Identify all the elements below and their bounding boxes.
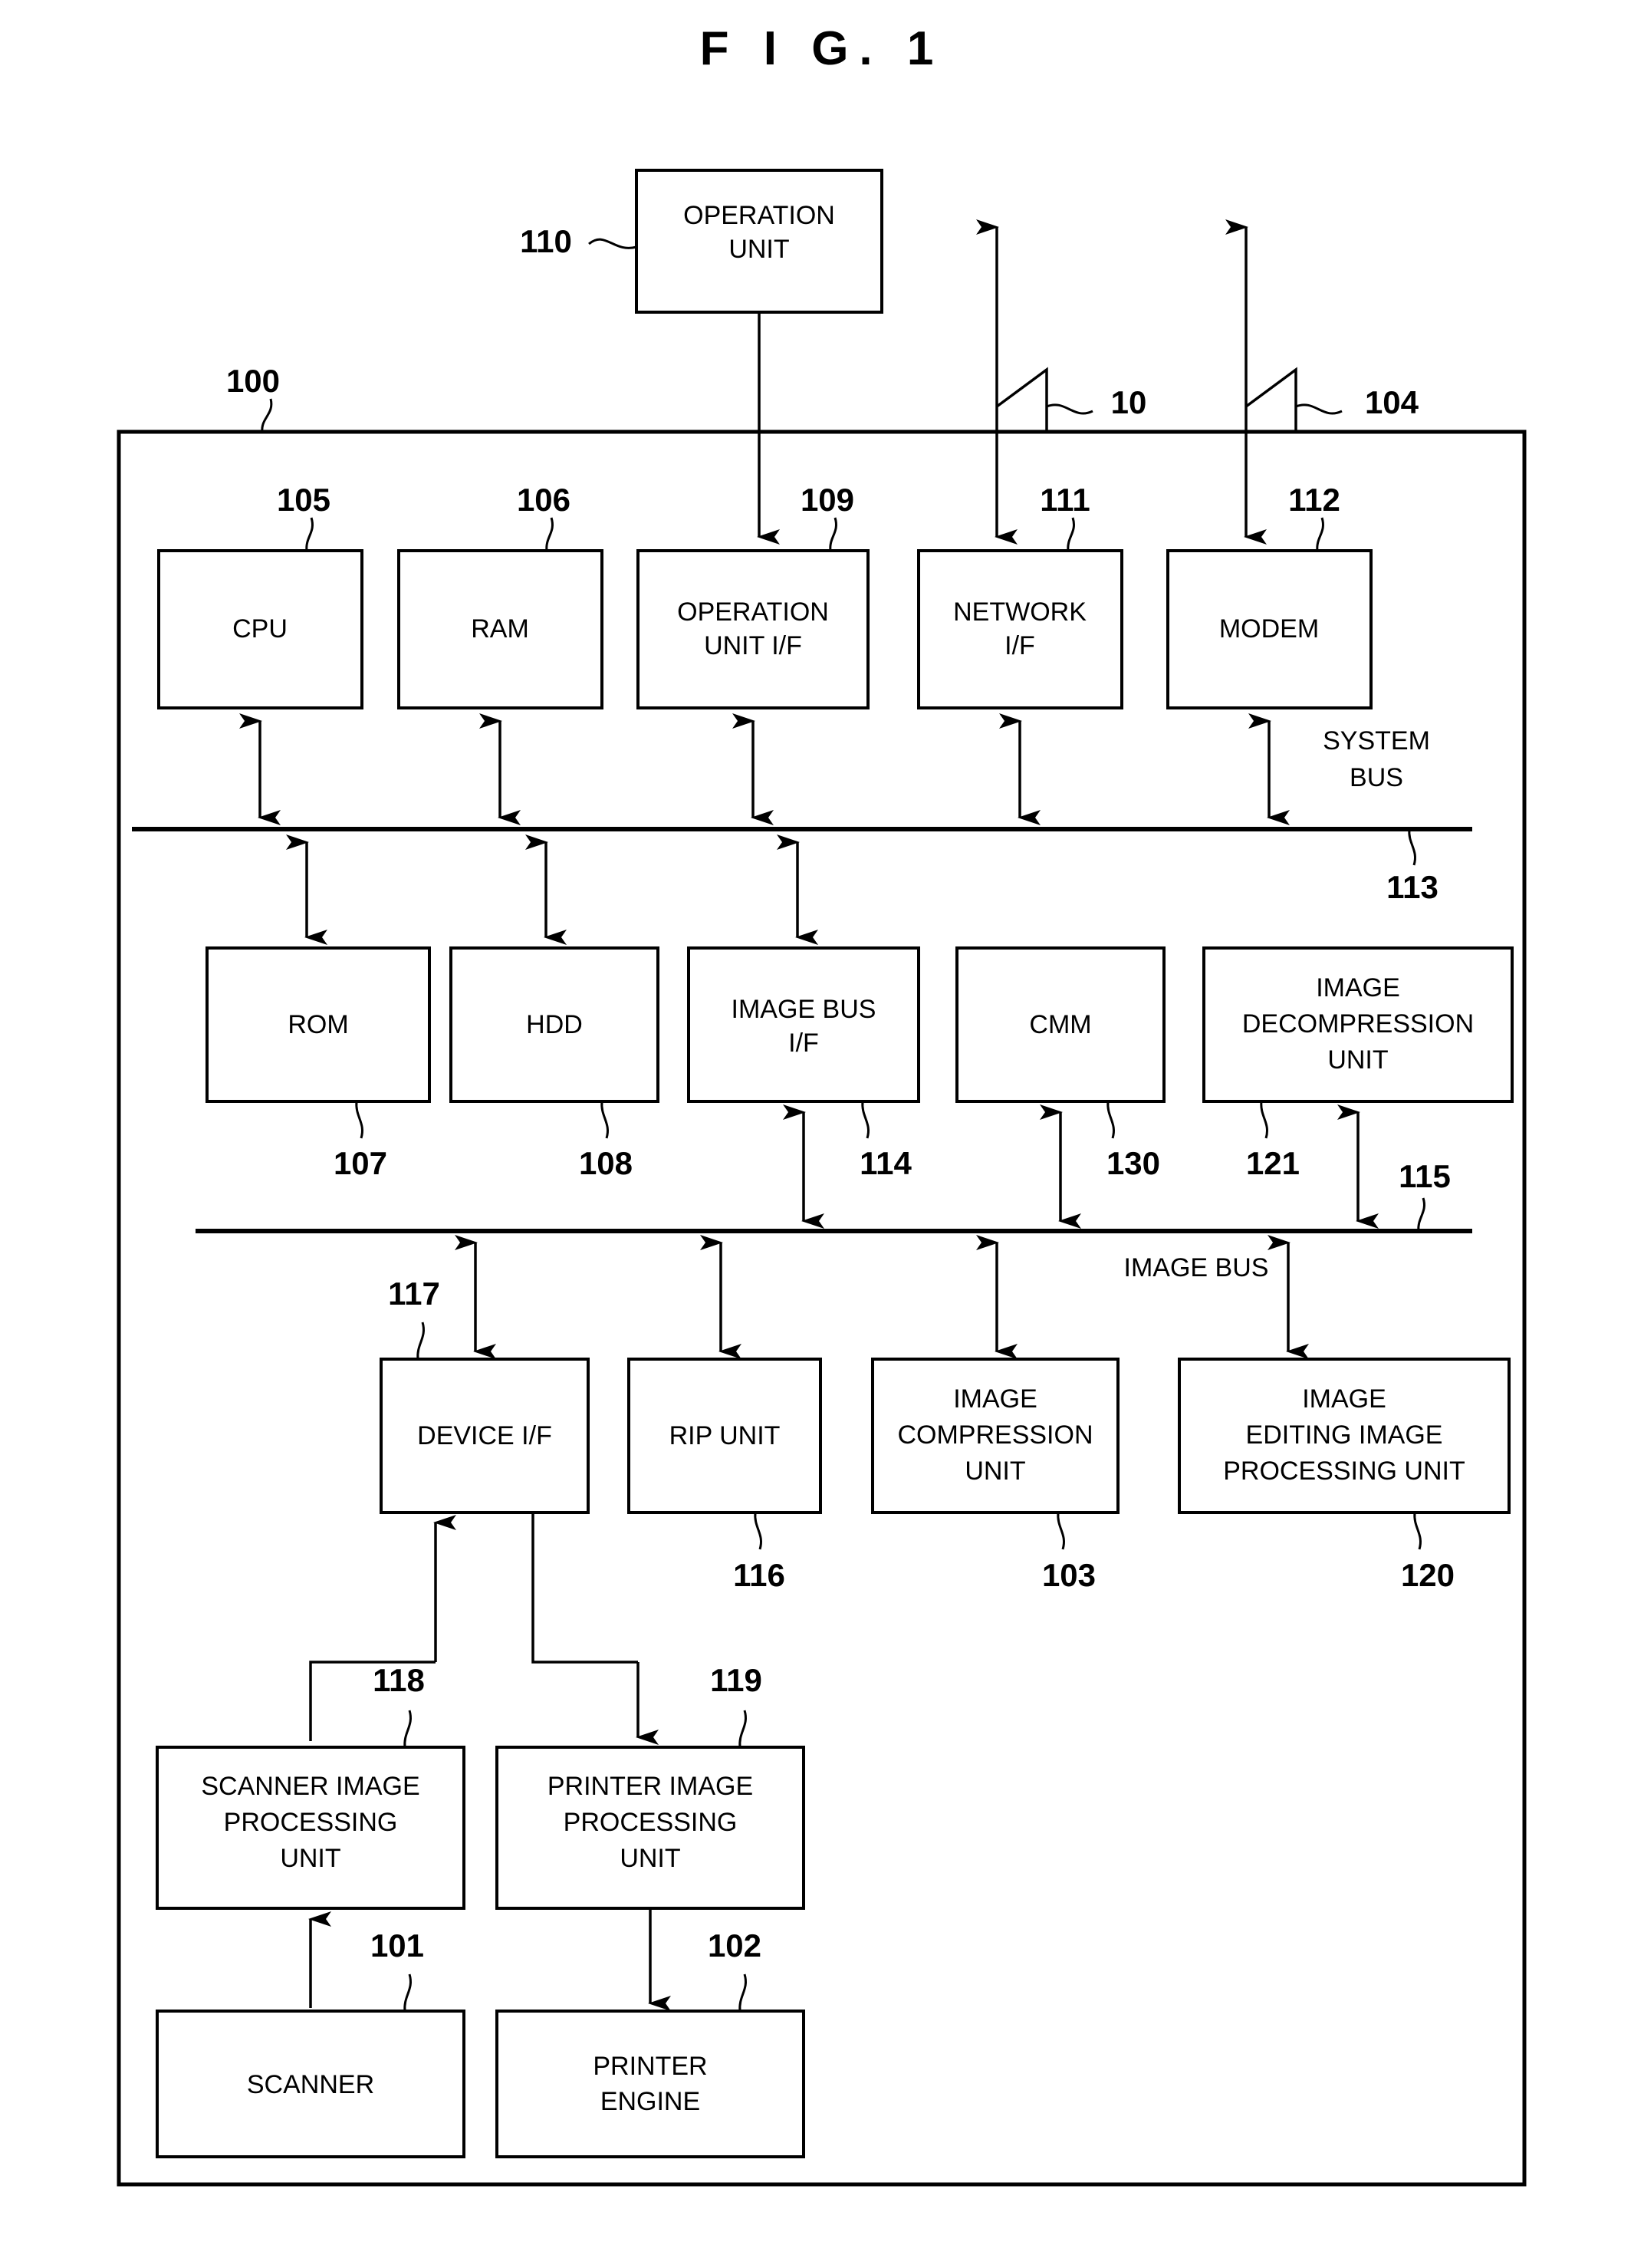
break-symbol-104 [1245, 367, 1297, 433]
ref-leader-105 [305, 517, 314, 551]
block-label-scanner-image-processing-l3: UNIT [280, 1844, 340, 1873]
block-label-operation-unit-l2: UNIT [728, 235, 789, 264]
ref-leader-118 [403, 1710, 412, 1748]
block-label-image-bus-if-l1: IMAGE BUS [732, 995, 876, 1024]
block-label-scanner: SCANNER [247, 2070, 374, 2099]
block-operation-unit-if [636, 549, 870, 709]
ref-leader-116 [754, 1512, 762, 1550]
ref-number-116: 116 [733, 1557, 785, 1593]
block-label-image-bus-if-l2: I/F [788, 1029, 819, 1058]
ref-number-10: 10 [1111, 384, 1147, 420]
ref-leader-121 [1260, 1101, 1268, 1139]
block-label-rip-unit: RIP UNIT [669, 1421, 781, 1450]
block-label-image-decompression-l2: DECOMPRESSION [1242, 1009, 1474, 1039]
block-label-image-editing-l1: IMAGE [1302, 1384, 1386, 1414]
ref-number-104: 104 [1365, 384, 1419, 420]
ref-number-107: 107 [334, 1145, 387, 1181]
system-bus-label-line1: SYSTEM [1323, 726, 1430, 755]
block-label-image-decompression-l3: UNIT [1327, 1045, 1388, 1075]
block-label-hdd: HDD [526, 1010, 583, 1039]
ref-leader-119 [738, 1710, 747, 1748]
ref-leader-102 [738, 1973, 747, 2012]
block-label-operation-unit-if-l2: UNIT I/F [704, 631, 802, 660]
ref-leader-114 [861, 1101, 870, 1139]
block-network-if [917, 549, 1123, 709]
ref-leader-120 [1413, 1512, 1422, 1550]
block-label-network-if-l2: I/F [1004, 631, 1035, 660]
block-label-image-compression-l3: UNIT [965, 1457, 1025, 1486]
block-label-ram: RAM [471, 614, 529, 644]
ref-number-130: 130 [1106, 1145, 1160, 1181]
block-diagram: 100 OPERATION UNIT 110 10 104 CPU 105 RA… [117, 169, 1527, 2187]
block-label-device-if: DEVICE I/F [417, 1421, 552, 1450]
block-label-image-editing-l3: PROCESSING UNIT [1223, 1457, 1465, 1486]
block-label-image-editing-l2: EDITING IMAGE [1246, 1420, 1443, 1450]
block-printer-engine [495, 2010, 805, 2158]
block-label-rom: ROM [288, 1010, 348, 1039]
block-image-bus-if [687, 946, 920, 1103]
ref-leader-110 [588, 238, 637, 249]
block-label-printer-engine-l2: ENGINE [600, 2087, 700, 2116]
ref-leader-117 [416, 1322, 425, 1360]
break-symbol-10 [995, 367, 1048, 433]
block-label-cpu: CPU [232, 614, 288, 644]
block-label-printer-image-processing-l2: PROCESSING [564, 1808, 738, 1837]
ref-number-112: 112 [1288, 482, 1340, 518]
ref-leader-112 [1316, 517, 1324, 551]
ref-number-108: 108 [579, 1145, 633, 1181]
ref-number-115: 115 [1399, 1158, 1451, 1194]
ref-number-100: 100 [226, 363, 280, 399]
block-label-network-if-l1: NETWORK [953, 597, 1087, 627]
ref-leader-106 [545, 517, 554, 551]
ref-leader-107 [355, 1101, 363, 1139]
ref-number-101: 101 [370, 1927, 424, 1964]
route-deviceif-to-printer-elbow [531, 1513, 638, 1664]
block-label-scanner-image-processing-l1: SCANNER IMAGE [201, 1772, 419, 1801]
ref-leader-101 [403, 1973, 412, 2012]
block-label-operation-unit-l1: OPERATION [683, 201, 835, 230]
ref-number-106: 106 [517, 482, 570, 518]
ref-leader-130 [1106, 1101, 1115, 1139]
block-label-image-decompression-l1: IMAGE [1316, 973, 1400, 1002]
block-label-image-compression-l2: COMPRESSION [897, 1420, 1093, 1450]
block-label-printer-engine-l1: PRINTER [593, 2052, 707, 2081]
ref-number-118: 118 [373, 1662, 425, 1698]
block-label-scanner-image-processing-l2: PROCESSING [224, 1808, 398, 1837]
ref-number-111: 111 [1040, 482, 1090, 518]
ref-leader-113 [1408, 828, 1416, 866]
ref-leader-108 [600, 1101, 609, 1139]
block-label-modem: MODEM [1219, 614, 1319, 644]
ref-number-102: 102 [708, 1927, 761, 1964]
ref-number-120: 120 [1401, 1557, 1455, 1593]
ref-number-113: 113 [1386, 869, 1438, 905]
figure-canvas: F I G. 1 100 OPERATION UNIT 110 10 104 C… [0, 0, 1644, 2268]
ref-leader-115 [1417, 1197, 1425, 1232]
ref-number-110: 110 [520, 223, 572, 259]
block-label-printer-image-processing-l3: UNIT [620, 1844, 680, 1873]
ref-number-121: 121 [1246, 1145, 1300, 1181]
ref-leader-10 [1046, 403, 1093, 415]
ref-leader-109 [829, 517, 837, 551]
ref-leader-103 [1057, 1512, 1065, 1550]
ref-number-114: 114 [860, 1145, 912, 1181]
block-label-cmm: CMM [1029, 1010, 1091, 1039]
ref-leader-100 [261, 398, 273, 433]
system-bus-label-line2: BUS [1350, 763, 1403, 792]
block-label-image-compression-l1: IMAGE [953, 1384, 1037, 1414]
image-bus-label: IMAGE BUS [1124, 1253, 1269, 1282]
ref-number-105: 105 [277, 482, 330, 518]
block-label-printer-image-processing-l1: PRINTER IMAGE [547, 1772, 753, 1801]
ref-leader-104 [1295, 403, 1343, 415]
ref-number-119: 119 [710, 1662, 762, 1698]
ref-number-109: 109 [801, 482, 854, 518]
block-label-operation-unit-if-l1: OPERATION [677, 597, 829, 627]
ref-leader-111 [1067, 517, 1075, 551]
ref-number-117: 117 [388, 1276, 440, 1312]
ref-number-103: 103 [1042, 1557, 1096, 1593]
